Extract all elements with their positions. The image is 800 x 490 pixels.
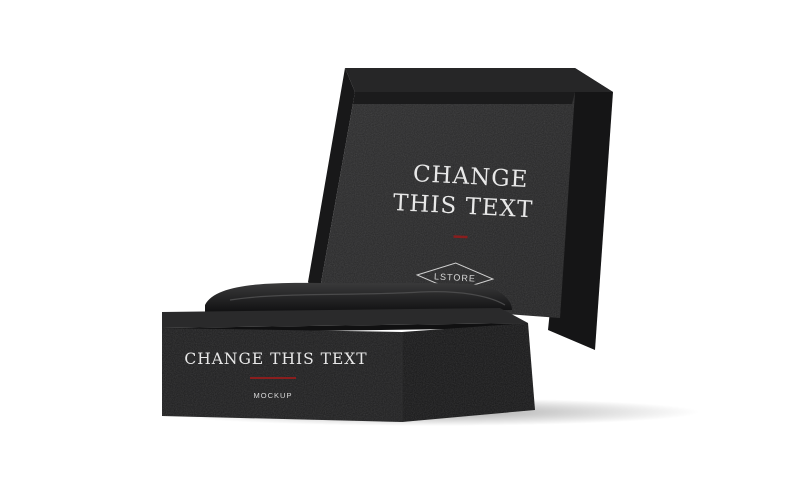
base-accent-rule: [250, 377, 296, 379]
box-mockup-scene: CHANGE THIS TEXT LSTORE CHANGE THIS TEXT…: [160, 68, 700, 426]
base-headline: CHANGE THIS TEXT: [184, 350, 367, 368]
base-subtext: MOCKUP: [254, 391, 293, 400]
